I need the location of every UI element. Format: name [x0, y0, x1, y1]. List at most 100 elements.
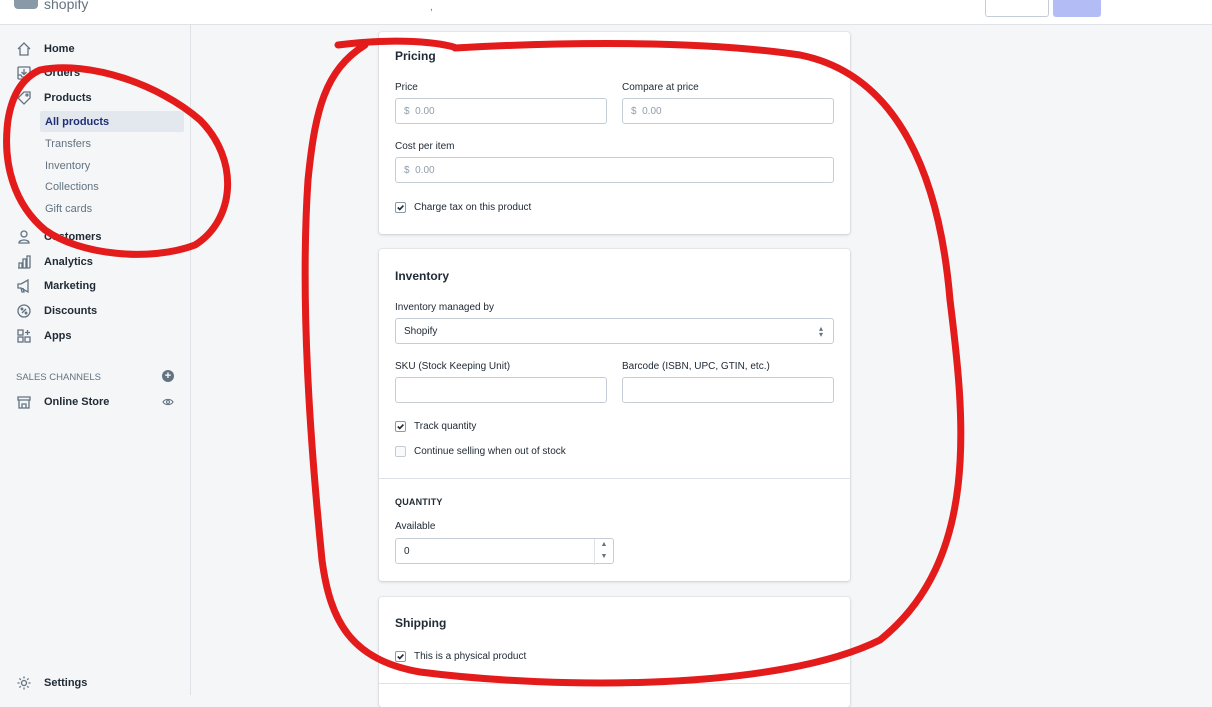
sidebar: Home Orders Products All products Transf…	[0, 25, 191, 695]
charge-tax-checkbox-row[interactable]: Charge tax on this product	[395, 202, 531, 213]
sidebar-item-label: Discounts	[44, 305, 98, 317]
pricing-title: Pricing	[395, 49, 436, 63]
increment-button[interactable]: ▲	[595, 539, 613, 551]
sidebar-item-label: Products	[44, 92, 92, 104]
physical-product-checkbox[interactable]	[395, 651, 406, 662]
compare-price-placeholder: 0.00	[642, 105, 662, 117]
sidebar-item-orders[interactable]: Orders	[16, 63, 80, 83]
logo-text: shopify	[44, 0, 89, 12]
card-divider	[379, 478, 850, 479]
sidebar-item-home[interactable]: Home	[16, 39, 75, 59]
analytics-icon	[18, 255, 31, 269]
currency-prefix: $	[631, 105, 637, 117]
shipping-card: Shipping This is a physical product	[379, 597, 850, 707]
apps-icon	[17, 329, 31, 343]
sidebar-subitem-gift-cards[interactable]: Gift cards	[40, 198, 184, 219]
stepper-controls: ▲ ▼	[594, 539, 613, 565]
charge-tax-checkbox[interactable]	[395, 202, 406, 213]
add-channel-plus-icon[interactable]: +	[162, 370, 174, 382]
barcode-input[interactable]	[622, 377, 834, 403]
cost-per-item-label: Cost per item	[395, 141, 455, 152]
sku-input[interactable]	[395, 377, 607, 403]
sidebar-item-label: Analytics	[44, 256, 93, 268]
currency-prefix: $	[404, 164, 410, 176]
managed-by-value: Shopify	[404, 325, 438, 337]
sidebar-item-marketing[interactable]: Marketing	[16, 276, 96, 296]
track-quantity-checkbox[interactable]	[395, 421, 406, 432]
price-label: Price	[395, 82, 418, 93]
sidebar-subitem-label: Collections	[45, 180, 99, 193]
sidebar-item-label: Orders	[44, 67, 81, 79]
sidebar-subitem-inventory[interactable]: Inventory	[40, 155, 184, 176]
store-icon	[17, 396, 31, 409]
charge-tax-label: Charge tax on this product	[414, 202, 532, 213]
checkmark-icon	[397, 204, 404, 211]
checkmark-icon	[397, 653, 404, 660]
track-quantity-label: Track quantity	[414, 421, 477, 432]
available-quantity-stepper[interactable]: 0 ▲ ▼	[395, 538, 614, 565]
sidebar-item-label: Online Store	[44, 396, 110, 408]
cost-placeholder: 0.00	[415, 164, 435, 176]
track-quantity-row[interactable]: Track quantity	[395, 421, 476, 432]
discount-icon	[17, 304, 31, 318]
checkmark-icon	[397, 423, 404, 430]
physical-product-row[interactable]: This is a physical product	[395, 651, 526, 662]
primary-action-button[interactable]	[1053, 0, 1101, 17]
price-placeholder: 0.00	[415, 105, 435, 117]
orders-icon	[17, 66, 31, 80]
sidebar-item-label: Apps	[44, 330, 72, 342]
pricing-card: Pricing Price $ 0.00 Compare at price $ …	[379, 32, 850, 234]
inventory-card: Inventory Inventory managed by Shopify ▴…	[379, 249, 850, 581]
sidebar-subitem-label: Gift cards	[45, 202, 93, 215]
top-bar-mark: ,	[430, 2, 433, 13]
compare-price-input[interactable]: $ 0.00	[622, 98, 834, 124]
sidebar-subitem-transfers[interactable]: Transfers	[40, 133, 184, 154]
decrement-button[interactable]: ▼	[595, 551, 613, 563]
sidebar-item-customers[interactable]: Customers	[16, 227, 101, 247]
barcode-label: Barcode (ISBN, UPC, GTIN, etc.)	[622, 361, 770, 372]
shipping-title: Shipping	[395, 616, 447, 630]
sku-label: SKU (Stock Keeping Unit)	[395, 361, 511, 372]
currency-prefix: $	[404, 105, 410, 117]
sidebar-item-label: Customers	[44, 231, 102, 243]
sidebar-item-online-store[interactable]: Online Store	[16, 392, 109, 412]
sidebar-item-discounts[interactable]: Discounts	[16, 301, 97, 321]
sidebar-subitem-label: Inventory	[45, 159, 91, 172]
eye-icon[interactable]	[162, 396, 174, 408]
available-label: Available	[395, 521, 436, 532]
quantity-heading: QUANTITY	[395, 497, 443, 507]
sidebar-item-label: Settings	[44, 677, 88, 689]
sidebar-item-apps[interactable]: Apps	[16, 326, 72, 346]
physical-product-label: This is a physical product	[414, 651, 527, 662]
sidebar-item-settings[interactable]: Settings	[16, 673, 87, 693]
gear-icon	[17, 676, 31, 690]
sidebar-item-products[interactable]: Products	[16, 88, 92, 108]
sidebar-item-label: Marketing	[44, 280, 96, 292]
continue-selling-row[interactable]: Continue selling when out of stock	[395, 446, 566, 457]
cost-per-item-input[interactable]: $ 0.00	[395, 157, 834, 183]
sales-channels-label: SALES CHANNELS	[16, 372, 102, 383]
compare-price-label: Compare at price	[622, 82, 699, 93]
sidebar-subitem-all-products[interactable]: All products	[40, 111, 184, 132]
home-icon	[17, 42, 31, 56]
card-divider	[379, 683, 850, 684]
price-input[interactable]: $ 0.00	[395, 98, 607, 124]
megaphone-icon	[17, 278, 29, 294]
available-value: 0	[404, 545, 410, 557]
top-bar: shopify ,	[0, 0, 1212, 25]
shopify-logo[interactable]: shopify	[14, 0, 88, 12]
sidebar-subitem-label: All products	[45, 115, 110, 128]
shopify-bag-icon	[14, 0, 38, 9]
sidebar-subitem-collections[interactable]: Collections	[40, 176, 184, 197]
inventory-managed-by-select[interactable]: Shopify ▴ ▾	[395, 318, 834, 344]
sidebar-item-label: Home	[44, 43, 75, 55]
sidebar-item-analytics[interactable]: Analytics	[16, 252, 93, 272]
select-arrows-icon: ▴ ▾	[818, 324, 823, 339]
secondary-action-button[interactable]	[985, 0, 1049, 17]
inventory-title: Inventory	[395, 269, 450, 283]
continue-selling-checkbox[interactable]	[395, 446, 406, 457]
sidebar-subitem-label: Transfers	[45, 137, 92, 150]
continue-selling-label: Continue selling when out of stock	[414, 446, 566, 457]
customer-icon	[18, 230, 30, 244]
tag-icon	[17, 91, 31, 105]
